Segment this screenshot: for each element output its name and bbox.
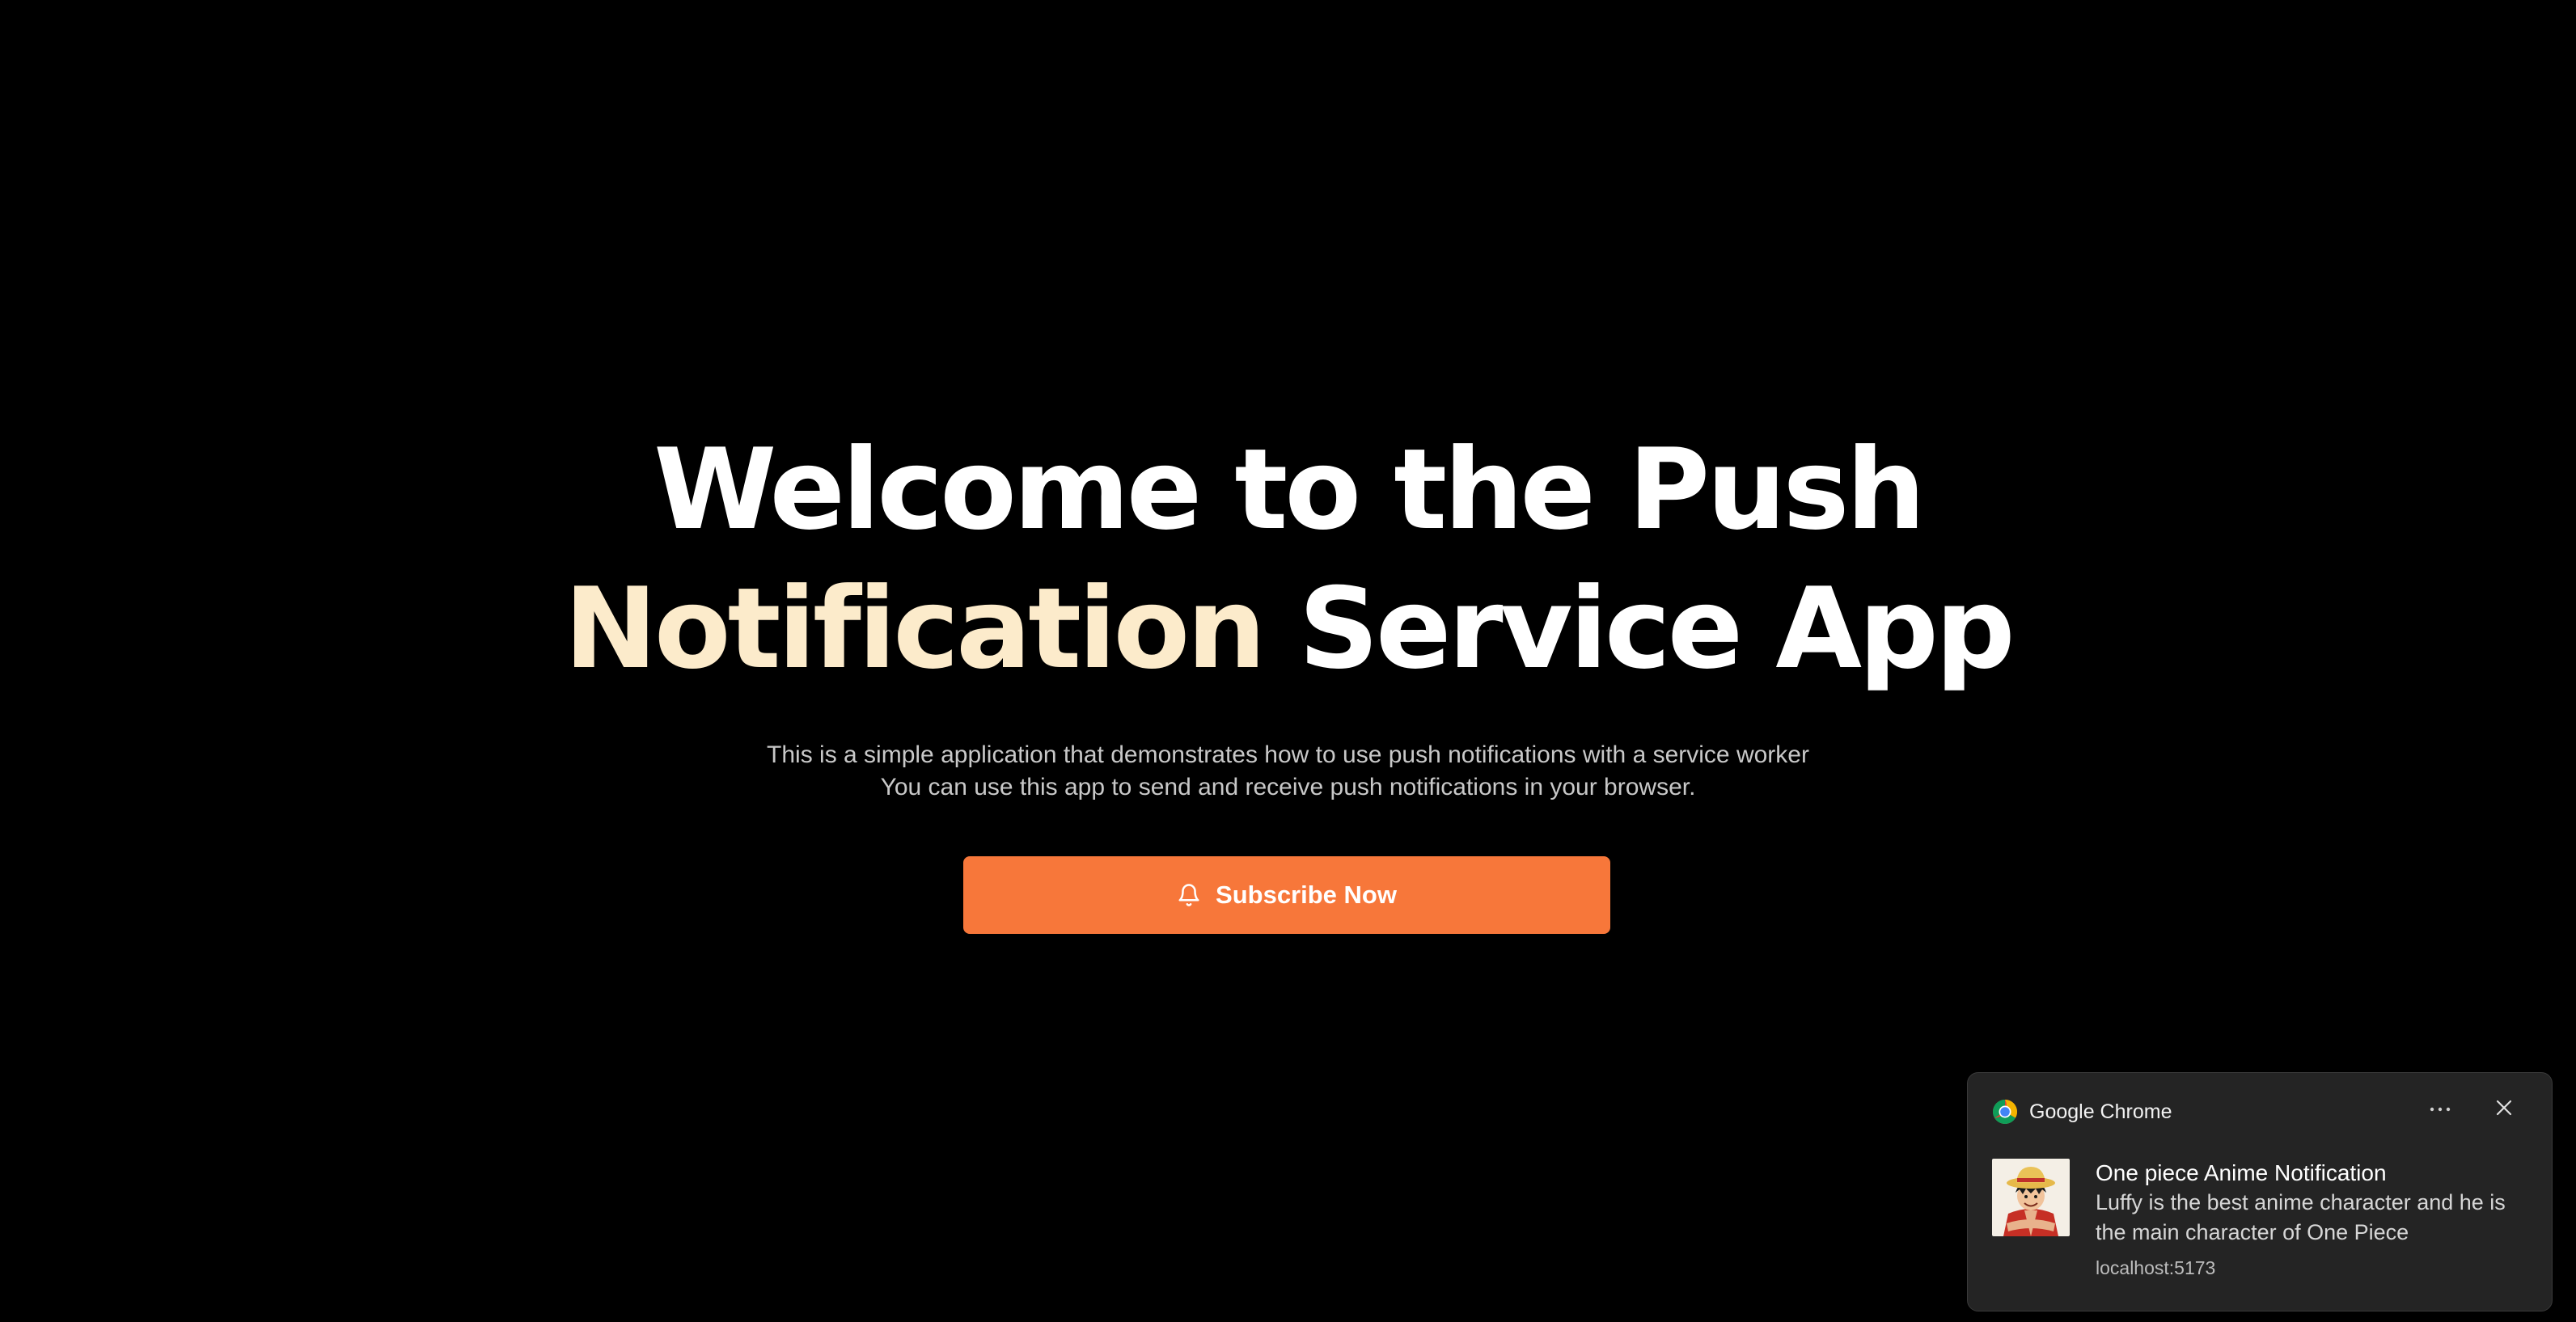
hero-section: Welcome to the Push Notification Service… — [0, 420, 2576, 804]
hero-description-line2: You can use this app to send and receive… — [880, 774, 1696, 800]
notification-app-name: Google Chrome — [2029, 1100, 2172, 1123]
hero-title-line2: Service App — [1263, 564, 2016, 694]
close-icon — [2495, 1099, 2513, 1119]
hero-title-accent: Notification — [564, 564, 1266, 694]
page: Welcome to the Push Notification Service… — [0, 0, 2576, 1322]
more-options-button[interactable] — [2422, 1091, 2458, 1126]
hero-title: Welcome to the Push Notification Service… — [0, 420, 2576, 699]
hero-title-line1: Welcome to the Push — [654, 424, 1926, 555]
notification-header: Google Chrome — [1992, 1099, 2172, 1125]
close-button[interactable] — [2486, 1091, 2522, 1126]
notification-body: One piece Anime Notification Luffy is th… — [1992, 1159, 2532, 1279]
notification-source: localhost:5173 — [2096, 1257, 2216, 1278]
hero-description-line1: This is a simple application that demons… — [767, 741, 1809, 768]
notification-toast[interactable]: Google Chrome One piece Anime Notificati… — [1967, 1072, 2553, 1311]
subscribe-button[interactable]: Subscribe Now — [963, 856, 1610, 934]
hero-description: This is a simple application that demons… — [0, 739, 2576, 804]
more-icon — [2429, 1103, 2451, 1115]
luffy-avatar-image — [1992, 1159, 2070, 1236]
bell-icon — [1177, 882, 1201, 908]
notification-message: Luffy is the best anime character and he… — [2096, 1190, 2506, 1244]
notification-title: One piece Anime Notification — [2096, 1160, 2387, 1185]
subscribe-button-label: Subscribe Now — [1216, 881, 1397, 909]
chrome-icon — [1992, 1099, 2018, 1125]
notification-text: One piece Anime Notification Luffy is th… — [2096, 1159, 2532, 1279]
